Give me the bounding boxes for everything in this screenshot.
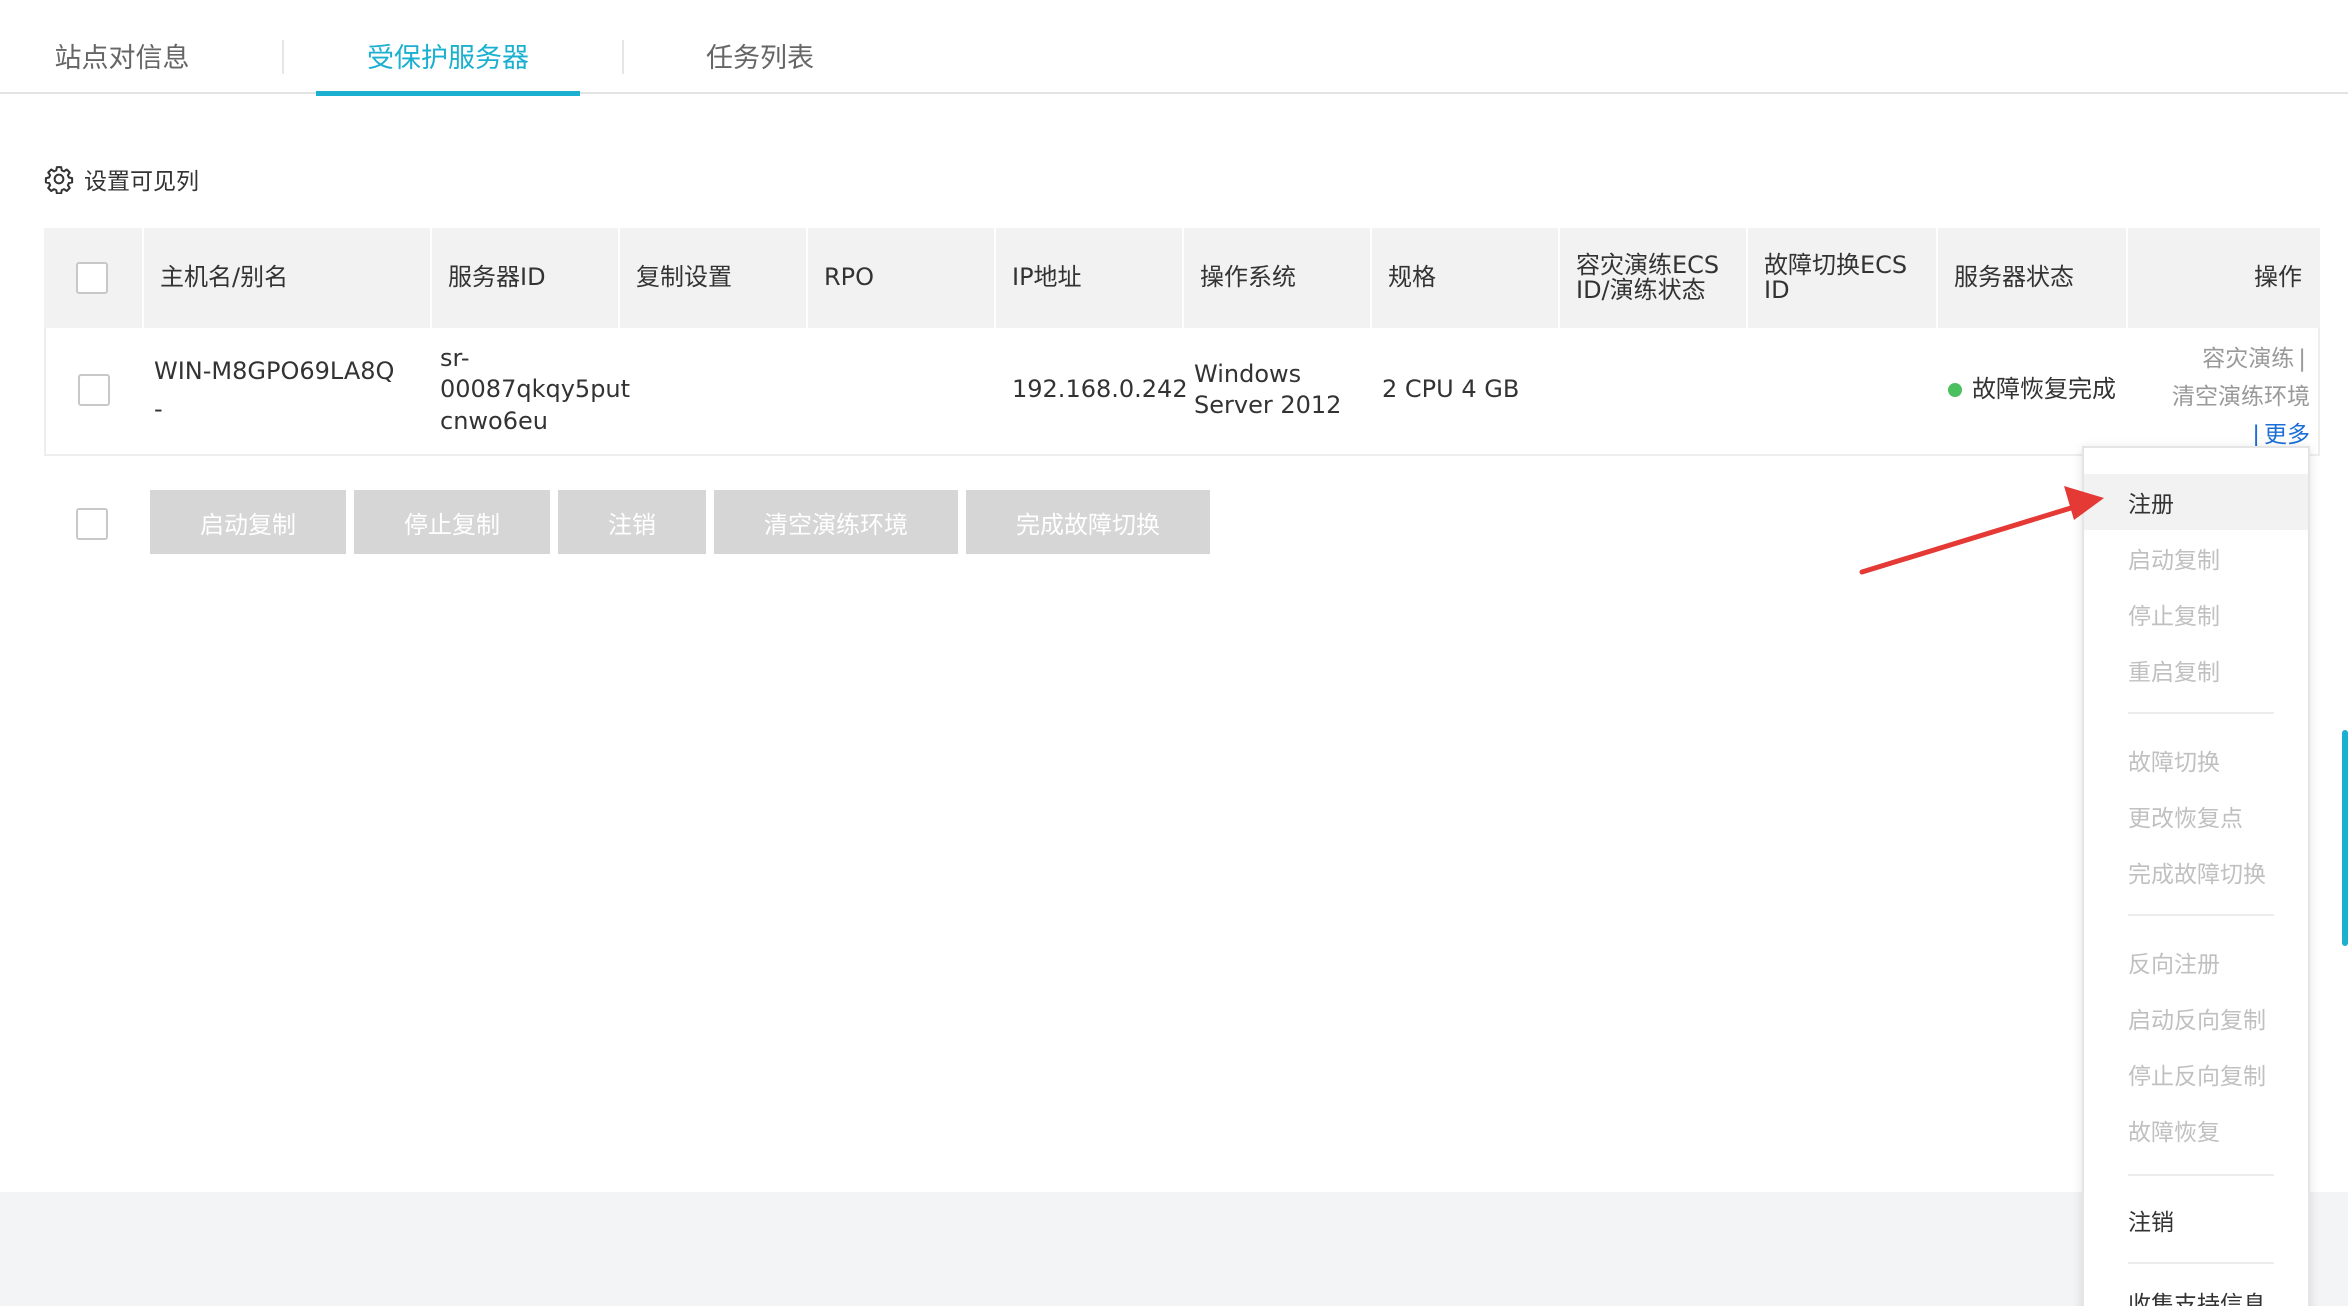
col-failover-ecs-line1: 故障切换ECS bbox=[1764, 250, 1908, 279]
batch-start-replication-button[interactable]: 启动复制 bbox=[150, 490, 346, 554]
col-os[interactable]: 操作系统 bbox=[1184, 228, 1372, 328]
menu-divider bbox=[2128, 914, 2274, 916]
menu-item-failover[interactable]: 故障切换 bbox=[2084, 732, 2308, 788]
col-hostname[interactable]: 主机名/别名 bbox=[144, 228, 432, 328]
col-replication-settings[interactable]: 复制设置 bbox=[620, 228, 808, 328]
alias-text: - bbox=[154, 395, 163, 423]
more-actions-menu: 注册 启动复制 停止复制 重启复制 故障切换 更改恢复点 完成故障切换 反向注册… bbox=[2082, 446, 2310, 1306]
protected-servers-table: 主机名/别名 服务器ID 复制设置 RPO IP地址 操作系统 规格 容灾演练E… bbox=[44, 228, 2320, 456]
tab-divider bbox=[622, 40, 624, 74]
set-visible-columns-label: 设置可见列 bbox=[84, 169, 199, 195]
batch-stop-replication-button[interactable]: 停止复制 bbox=[354, 490, 550, 554]
menu-item-complete-failover[interactable]: 完成故障切换 bbox=[2084, 844, 2308, 900]
cell-ip: 192.168.0.242 bbox=[1012, 375, 1188, 404]
menu-item-stop-replication[interactable]: 停止复制 bbox=[2084, 586, 2308, 642]
gear-icon bbox=[44, 166, 74, 194]
status-badge: 故障恢复完成 bbox=[1972, 375, 2116, 404]
clear-drill-link[interactable]: 清空演练环境 bbox=[2172, 384, 2310, 410]
select-all-cell bbox=[44, 228, 144, 328]
tab-bar: 站点对信息 受保护服务器 任务列表 bbox=[0, 0, 2348, 96]
menu-item-restart-replication[interactable]: 重启复制 bbox=[2084, 642, 2308, 698]
cell-hostname: WIN-M8GPO69LA8Q - bbox=[146, 328, 434, 452]
col-drill-ecs[interactable]: 容灾演练ECS ID/演练状态 bbox=[1560, 228, 1748, 328]
table-row: WIN-M8GPO69LA8Q - sr- 00087qkqy5put cnwo… bbox=[44, 328, 2320, 456]
col-server-status[interactable]: 服务器状态 bbox=[1938, 228, 2128, 328]
tab-site-pair-info[interactable]: 站点对信息 bbox=[52, 36, 192, 94]
batch-clear-drill-button[interactable]: 清空演练环境 bbox=[714, 490, 958, 554]
os-line1: Windows bbox=[1194, 359, 1302, 388]
menu-item-unregister[interactable]: 注销 bbox=[2084, 1192, 2308, 1248]
table-header: 主机名/别名 服务器ID 复制设置 RPO IP地址 操作系统 规格 容灾演练E… bbox=[44, 228, 2320, 328]
batch-unregister-button[interactable]: 注销 bbox=[558, 490, 706, 554]
col-drill-ecs-line2: ID/演练状态 bbox=[1576, 276, 1706, 304]
os-line2: Server 2012 bbox=[1194, 391, 1342, 419]
row-checkbox[interactable] bbox=[78, 374, 110, 406]
tab-task-list[interactable]: 任务列表 bbox=[704, 36, 816, 94]
annotation-arrow bbox=[1859, 486, 2104, 575]
col-failover-ecs-line2: ID bbox=[1764, 276, 1790, 304]
set-visible-columns-button[interactable]: 设置可见列 bbox=[44, 162, 199, 196]
hostname-text: WIN-M8GPO69LA8Q bbox=[154, 356, 395, 385]
menu-item-collect-support-info[interactable]: 收集支持信息 bbox=[2084, 1274, 2308, 1306]
col-spec[interactable]: 规格 bbox=[1372, 228, 1560, 328]
menu-item-start-replication[interactable]: 启动复制 bbox=[2084, 530, 2308, 586]
scrollbar-thumb[interactable] bbox=[2342, 730, 2348, 946]
more-link[interactable]: 更多 bbox=[2264, 422, 2310, 448]
action-separator: | bbox=[2252, 422, 2260, 448]
batch-complete-failover-button[interactable]: 完成故障切换 bbox=[966, 490, 1210, 554]
action-separator: | bbox=[2298, 346, 2306, 372]
cell-actions: 容灾演练 | 清空演练环境 | 更多 bbox=[2172, 340, 2310, 454]
col-drill-ecs-line1: 容灾演练ECS bbox=[1576, 250, 1720, 279]
menu-item-register[interactable]: 注册 bbox=[2084, 474, 2308, 530]
menu-item-start-reverse-replication[interactable]: 启动反向复制 bbox=[2084, 990, 2308, 1046]
batch-action-bar: 启动复制 停止复制 注销 清空演练环境 完成故障切换 bbox=[44, 490, 1444, 554]
col-failover-ecs[interactable]: 故障切换ECS ID bbox=[1748, 228, 1938, 328]
menu-divider bbox=[2128, 1262, 2274, 1264]
tab-protected-servers[interactable]: 受保护服务器 bbox=[316, 36, 580, 96]
col-ip-address[interactable]: IP地址 bbox=[996, 228, 1184, 328]
menu-item-stop-reverse-replication[interactable]: 停止反向复制 bbox=[2084, 1046, 2308, 1102]
menu-item-failback[interactable]: 故障恢复 bbox=[2084, 1102, 2308, 1158]
server-id-line1: sr- bbox=[440, 344, 470, 373]
cell-server-id: sr- 00087qkqy5put cnwo6eu bbox=[434, 328, 630, 452]
server-id-line3: cnwo6eu bbox=[440, 406, 548, 435]
footer-band bbox=[0, 1192, 2348, 1306]
tab-divider bbox=[282, 40, 284, 74]
server-id-line2: 00087qkqy5put bbox=[440, 375, 631, 404]
cell-os: Windows Server 2012 bbox=[1186, 328, 1374, 452]
col-actions: 操作 bbox=[2254, 263, 2302, 292]
cell-spec: 2 CPU 4 GB bbox=[1382, 375, 1520, 404]
menu-divider bbox=[2128, 712, 2274, 714]
select-all-checkbox[interactable] bbox=[76, 262, 108, 294]
batch-select-checkbox[interactable] bbox=[76, 508, 108, 540]
dr-drill-link[interactable]: 容灾演练 bbox=[2202, 346, 2294, 372]
menu-divider bbox=[2128, 1174, 2274, 1176]
status-dot bbox=[1948, 383, 1962, 397]
col-rpo[interactable]: RPO bbox=[808, 228, 996, 328]
menu-item-change-recovery-point[interactable]: 更改恢复点 bbox=[2084, 788, 2308, 844]
cell-server-status: 故障恢复完成 bbox=[1940, 328, 2130, 452]
menu-item-reverse-register[interactable]: 反向注册 bbox=[2084, 934, 2308, 990]
col-server-id[interactable]: 服务器ID bbox=[432, 228, 620, 328]
